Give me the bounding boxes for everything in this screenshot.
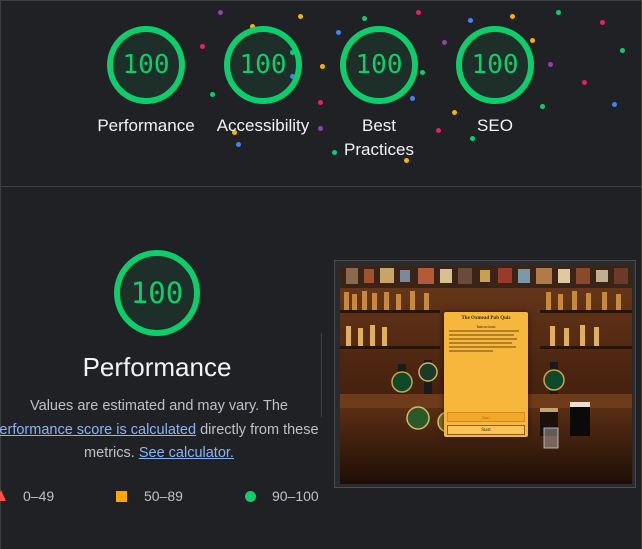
- legend-fail-range: 0–49: [23, 488, 55, 504]
- score-ring: 100: [107, 26, 185, 104]
- score-legend: 0–49 50–89 90–100: [0, 487, 330, 507]
- legend-pass-range: 90–100: [272, 488, 319, 504]
- triangle-fail-icon: [0, 490, 6, 501]
- gauge-label-line1: Performance: [97, 116, 195, 135]
- gauge-label: Performance: [96, 114, 196, 138]
- vertical-separator: [321, 333, 322, 417]
- description-line-2-text: directly from these: [196, 421, 319, 438]
- performance-score-link[interactable]: erformance score is calculated: [0, 422, 196, 438]
- quiz-title: The Oxmead Pub Quiz: [461, 316, 511, 321]
- quiz-subtitle: Instructions: [476, 324, 496, 329]
- frame-top: [0, 0, 642, 1]
- quiz-start-button-disabled: Start: [447, 412, 525, 422]
- gauge-label: SEO: [445, 114, 545, 138]
- gauge-performance[interactable]: 100 Performance: [96, 26, 196, 166]
- gauge-label-line1: Best: [361, 116, 397, 135]
- score-value: 100: [355, 50, 403, 80]
- description-line-2: erformance score is calculated directly …: [0, 419, 322, 443]
- see-calculator-link[interactable]: See calculator.: [139, 445, 234, 461]
- score-ring: 100: [456, 26, 534, 104]
- frame-left: [0, 0, 1, 549]
- category-description: Values are estimated and may vary. The e…: [0, 395, 322, 466]
- circle-pass-icon: [245, 491, 256, 502]
- square-average-icon: [116, 491, 127, 502]
- gauge-label-line1: Accessibility: [216, 116, 310, 135]
- gauge-label-line2: Practices: [344, 140, 414, 159]
- quiz-start-button: Start: [447, 425, 525, 435]
- score-ring: 100: [340, 26, 418, 104]
- gauge-label: Accessibility: [213, 114, 313, 138]
- quiz-dialog: The Oxmead Pub Quiz Instructions Start S…: [444, 312, 528, 437]
- category-score-ring: 100: [114, 250, 200, 336]
- section-divider: [0, 186, 642, 187]
- description-line-3-text: metrics.: [84, 445, 139, 461]
- gauge-seo[interactable]: 100 SEO: [445, 26, 545, 166]
- category-title: Performance: [82, 352, 232, 382]
- description-line-1: Values are estimated and may vary. The: [30, 398, 288, 414]
- gauge-label-line1: SEO: [477, 116, 513, 135]
- gauge-label: Best Practices: [329, 114, 429, 162]
- gauge-best-practices[interactable]: 100 Best Practices: [329, 26, 429, 166]
- gauge-accessibility[interactable]: 100 Accessibility: [213, 26, 313, 166]
- score-value: 100: [239, 50, 287, 80]
- legend-average-range: 50–89: [144, 488, 183, 504]
- description-line-3: metrics. See calculator.: [0, 442, 322, 466]
- category-score-value: 100: [130, 276, 184, 310]
- score-ring: 100: [224, 26, 302, 104]
- score-value: 100: [471, 50, 519, 80]
- score-value: 100: [122, 50, 170, 80]
- final-screenshot[interactable]: The Oxmead Pub Quiz Instructions Start S…: [340, 266, 632, 484]
- quiz-instructions: [449, 330, 523, 352]
